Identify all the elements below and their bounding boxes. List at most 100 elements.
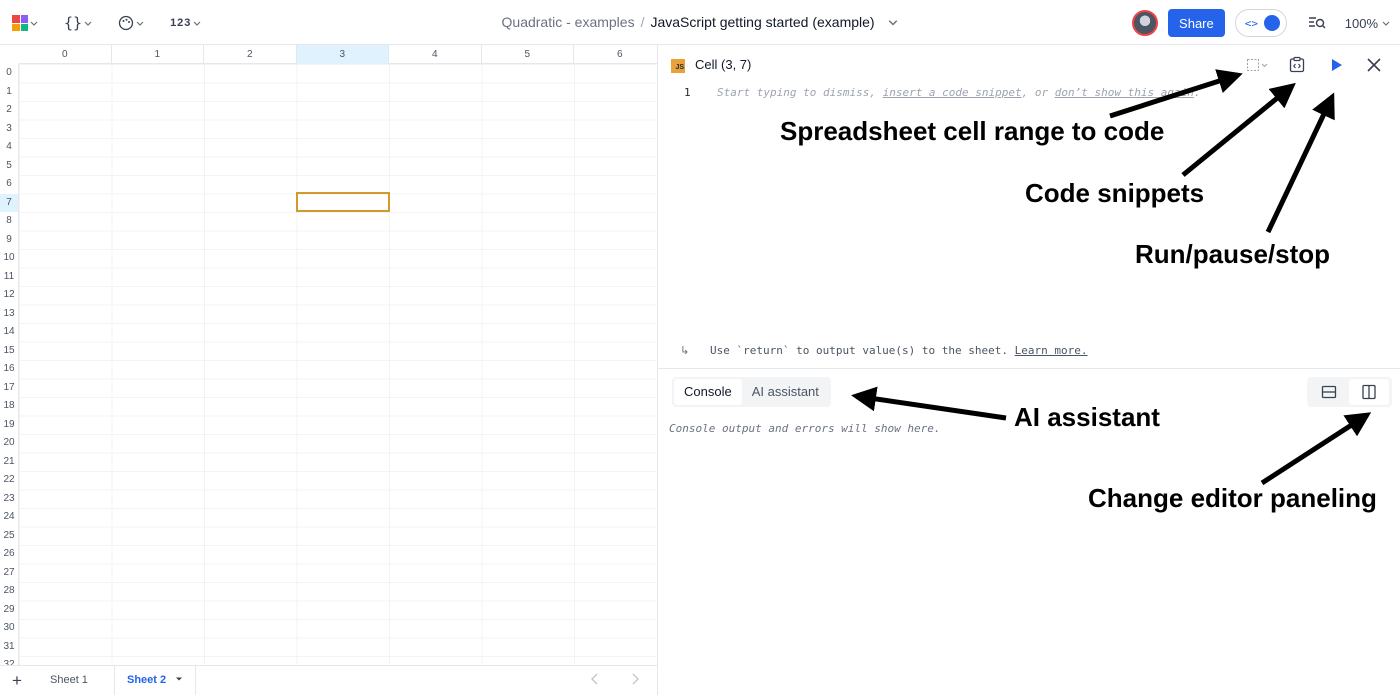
row-header-cell[interactable]: 25 (0, 527, 18, 546)
share-button[interactable]: Share (1168, 9, 1225, 37)
row-header-cell[interactable]: 4 (0, 138, 18, 157)
row-header-cell[interactable]: 19 (0, 416, 18, 435)
toolbar-right: Share <> 100% (1132, 9, 1390, 37)
add-sheet-button[interactable]: + (12, 671, 22, 691)
chevron-right-icon[interactable] (629, 672, 641, 686)
panel-vertical-icon (1362, 384, 1376, 400)
row-header-cell[interactable]: 6 (0, 175, 18, 194)
arrow-ai (851, 386, 1007, 421)
grid-cells[interactable] (19, 64, 657, 665)
palette-icon (118, 15, 134, 31)
column-header-cell[interactable]: 2 (204, 45, 297, 64)
row-header-cell[interactable]: 29 (0, 601, 18, 620)
search-lines-icon[interactable] (1307, 13, 1327, 33)
chevron-down-icon (193, 21, 201, 26)
row-header-cell[interactable]: 0 (0, 64, 18, 83)
caret-down-icon[interactable] (175, 675, 183, 683)
insert-snippet-link[interactable]: insert a code snippet (883, 86, 1022, 99)
row-header-cell[interactable]: 31 (0, 638, 18, 657)
row-header-cell[interactable]: 30 (0, 619, 18, 638)
chevron-down-icon (136, 21, 144, 26)
arrow-run (1265, 92, 1335, 234)
breadcrumb-team[interactable]: Quadratic - examples (502, 14, 635, 30)
selected-cell-cursor[interactable] (296, 192, 390, 212)
row-header-cell[interactable]: 10 (0, 249, 18, 268)
row-header-cell[interactable]: 12 (0, 286, 18, 305)
close-icon[interactable] (1365, 56, 1383, 74)
code-editor-toggle[interactable]: <> (1234, 9, 1287, 37)
dont-show-again-link[interactable]: don’t show this again (1055, 86, 1194, 99)
quadratic-logo-icon (12, 15, 28, 31)
row-header-cell[interactable]: 7 (0, 193, 18, 212)
code-snippet-icon[interactable] (1288, 56, 1306, 74)
arrow-paneling (1260, 412, 1372, 486)
console-tabs: Console AI assistant (672, 377, 831, 407)
row-header-cell[interactable]: 24 (0, 508, 18, 527)
row-header-cell[interactable]: 22 (0, 471, 18, 490)
column-header-cell[interactable]: 4 (389, 45, 482, 64)
row-header-cell[interactable]: 23 (0, 490, 18, 509)
panel-horizontal-button[interactable] (1309, 379, 1349, 405)
hint-text: , or (1021, 86, 1055, 99)
tab-ai-assistant[interactable]: AI assistant (742, 379, 829, 405)
tab-console[interactable]: Console (674, 379, 742, 405)
row-header-cell[interactable]: 3 (0, 120, 18, 139)
row-header-cell[interactable]: 2 (0, 101, 18, 120)
console-divider[interactable] (658, 368, 1400, 369)
row-header-cell[interactable]: 1 (0, 83, 18, 102)
row-header-cell[interactable]: 8 (0, 212, 18, 231)
spreadsheet-grid[interactable]: 0123456 0 1 2 3 4 5 6 7 8 9 10 11 12 13 14 15 16 17 18 19 20… (0, 45, 657, 665)
column-header-cell[interactable]: 6 (574, 45, 657, 64)
row-header-cell[interactable]: 15 (0, 342, 18, 361)
chevron-down-icon (1382, 21, 1390, 26)
app-menu-button[interactable] (8, 10, 42, 36)
sheet-tab[interactable]: Sheet 1 (38, 666, 100, 695)
panel-divider[interactable] (657, 45, 658, 695)
sheet-tab-active[interactable]: Sheet 2 (114, 666, 197, 695)
row-header-cell[interactable]: 26 (0, 545, 18, 564)
number-format-button[interactable]: 123 (166, 10, 205, 36)
hint-text: . (1193, 86, 1201, 99)
play-icon[interactable] (1329, 56, 1345, 74)
row-header-cell[interactable]: 32 (0, 656, 18, 665)
annotation-change-paneling: Change editor paneling (1088, 483, 1377, 513)
row-header-cell[interactable]: 20 (0, 434, 18, 453)
chevron-down-icon (30, 21, 38, 26)
row-header-cell[interactable]: 28 (0, 582, 18, 601)
theme-menu-button[interactable] (114, 10, 148, 36)
row-header-cell[interactable]: 21 (0, 453, 18, 472)
zoom-level: 100% (1344, 15, 1378, 31)
cell-range-icon[interactable] (1246, 57, 1270, 73)
curly-braces-icon: {} (64, 14, 83, 32)
row-header-cell[interactable]: 5 (0, 157, 18, 176)
row-header-cell[interactable]: 17 (0, 379, 18, 398)
column-header-cell[interactable]: 5 (482, 45, 574, 64)
file-title[interactable]: JavaScript getting started (example) (650, 14, 874, 30)
arrow-snippets (1181, 82, 1296, 177)
row-header-cell[interactable]: 27 (0, 564, 18, 583)
annotation-range-to-code: Spreadsheet cell range to code (780, 116, 1165, 146)
row-header-cell[interactable]: 13 (0, 305, 18, 324)
column-header: 0123456 (19, 45, 657, 64)
row-header-cell[interactable]: 11 (0, 268, 18, 287)
column-header-cell[interactable]: 3 (296, 45, 389, 64)
cell-title: Cell (3, 7) (695, 57, 752, 72)
row-header-cell[interactable]: 14 (0, 323, 18, 342)
avatar[interactable] (1132, 10, 1159, 36)
column-header-cell[interactable]: 0 (19, 45, 112, 64)
column-header-cell[interactable]: 1 (112, 45, 204, 64)
code-menu-button[interactable]: {} (60, 10, 96, 36)
breadcrumb-separator: / (640, 14, 645, 30)
chevron-down-icon[interactable] (888, 17, 898, 27)
toolbar-left: {} 123 (8, 10, 217, 36)
row-header-cell[interactable]: 9 (0, 231, 18, 250)
return-hint: ↳ Use `return` to output value(s) to the … (680, 344, 1088, 357)
panel-vertical-button[interactable] (1349, 379, 1389, 405)
row-header-cell[interactable]: 18 (0, 397, 18, 416)
row-header: 0 1 2 3 4 5 6 7 8 9 10 11 12 13 14 15 16 17 18 19 20 21 22 23 24… (0, 64, 19, 665)
chevron-left-icon[interactable] (589, 672, 601, 686)
sheet-tab-label: Sheet 1 (50, 674, 88, 686)
learn-more-link[interactable]: Learn more. (1015, 344, 1088, 357)
row-header-cell[interactable]: 16 (0, 360, 18, 379)
zoom-menu-button[interactable]: 100% (1345, 16, 1390, 31)
